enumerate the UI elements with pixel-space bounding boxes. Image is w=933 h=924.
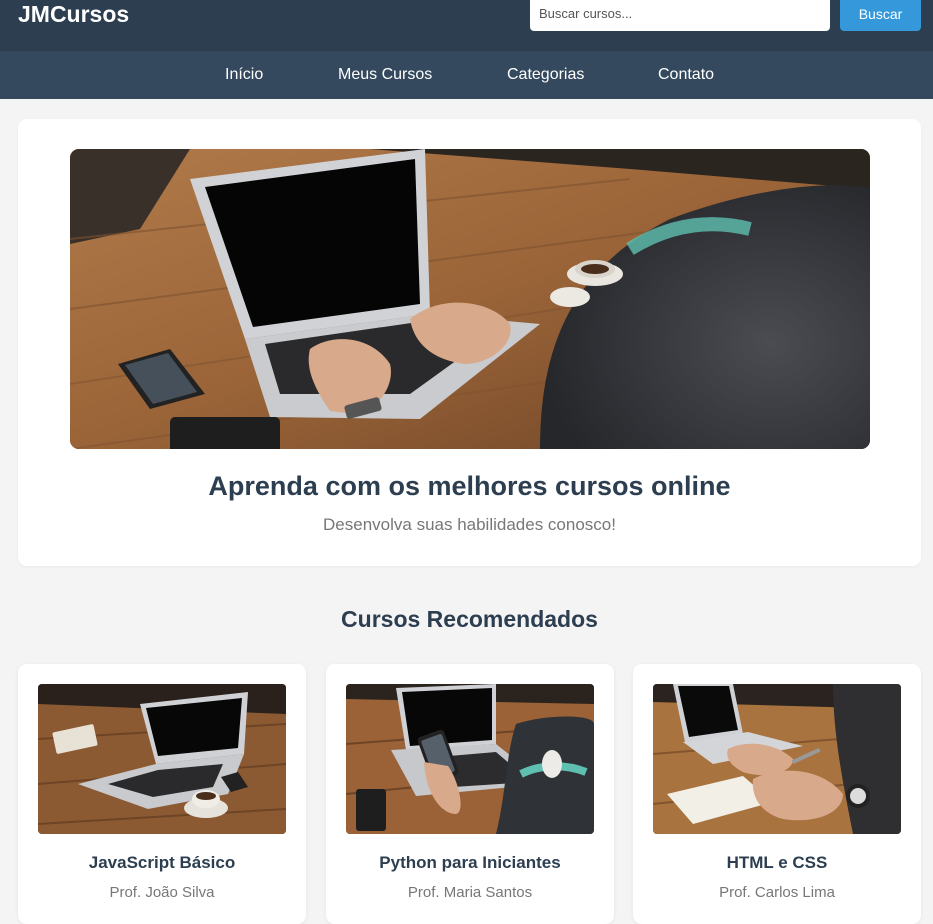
course-title[interactable]: Python para Iniciantes — [326, 853, 614, 873]
course-image[interactable] — [38, 684, 286, 834]
course-card-javascript[interactable]: JavaScript Básico Prof. João Silva — [18, 664, 306, 924]
course-instructor: Prof. João Silva — [109, 884, 215, 901]
search-input[interactable] — [530, 0, 830, 31]
site-header: JMCursos Buscar — [0, 0, 933, 51]
hero-subtitle: Desenvolva suas habilidades conosco! — [323, 515, 616, 534]
hero-banner: Aprenda com os melhores cursos online De… — [18, 119, 921, 566]
course-instructor: Prof. Carlos Lima — [719, 884, 835, 901]
main-nav: Início Meus Cursos Categorias Contato — [0, 51, 933, 99]
nav-item-meus-cursos[interactable]: Meus Cursos — [338, 51, 432, 99]
recommended-section-title: Cursos Recomendados — [341, 606, 598, 632]
course-title[interactable]: JavaScript Básico — [18, 853, 306, 873]
nav-item-categorias[interactable]: Categorias — [507, 51, 584, 99]
nav-item-contato[interactable]: Contato — [658, 51, 714, 99]
course-image[interactable] — [653, 684, 901, 834]
hero-title: Aprenda com os melhores cursos online — [208, 471, 731, 501]
nav-item-inicio[interactable]: Início — [225, 51, 263, 99]
course-title[interactable]: HTML e CSS — [633, 853, 921, 873]
site-logo[interactable]: JMCursos — [18, 0, 129, 28]
course-card-html-css[interactable]: HTML e CSS Prof. Carlos Lima — [633, 664, 921, 924]
hero-image — [70, 149, 870, 449]
course-image[interactable] — [346, 684, 594, 834]
course-card-python[interactable]: Python para Iniciantes Prof. Maria Santo… — [326, 664, 614, 924]
search-button[interactable]: Buscar — [840, 0, 921, 31]
course-instructor: Prof. Maria Santos — [407, 884, 533, 901]
